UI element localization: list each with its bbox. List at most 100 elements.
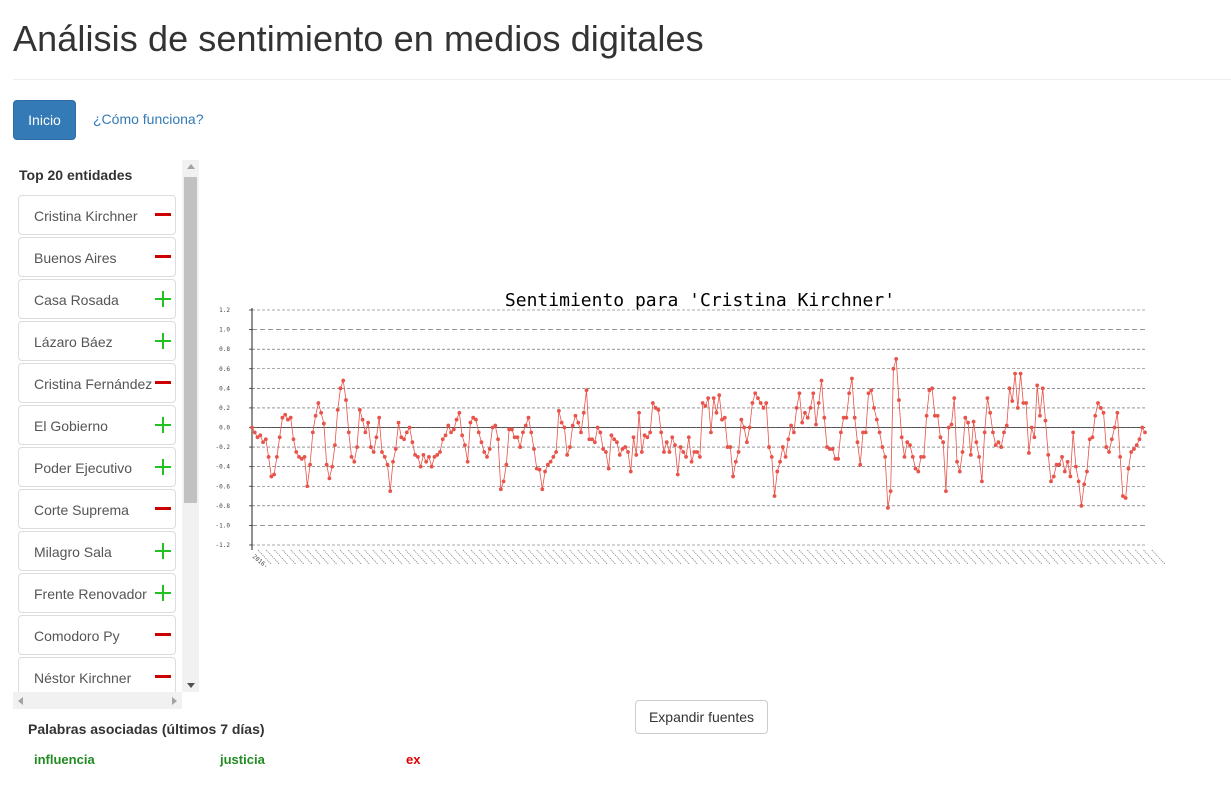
data-point [407,425,412,430]
data-point [438,450,442,454]
data-point [1026,451,1031,455]
scrollbar-thumb[interactable] [184,177,197,503]
entity-item[interactable]: Buenos Aires [18,237,176,277]
data-point [415,454,420,459]
data-point [526,415,531,420]
x-tick-label-mark [413,549,428,565]
data-point [717,393,722,398]
x-tick-label-mark [1012,549,1026,565]
data-point [628,469,633,474]
data-point [783,454,788,459]
x-tick-label-mark [495,549,510,565]
data-point [1123,496,1128,500]
data-point [252,430,257,435]
data-point [1143,430,1147,435]
data-point [579,430,583,435]
data-point [274,454,279,459]
x-tick-label-mark [429,549,444,565]
x-tick-label-mark [323,549,337,565]
entity-item[interactable]: Corte Suprema [18,489,176,529]
entity-item[interactable]: Cristina Fernández [18,363,176,403]
entities-horizontal-scrollbar[interactable] [13,692,182,709]
data-point [803,410,807,415]
entity-item[interactable]: Comodoro Py [18,615,176,655]
data-point [1107,450,1111,454]
x-tick-label-mark [511,549,526,565]
data-point [1032,435,1037,440]
data-point [830,447,835,451]
data-point [706,396,711,401]
entity-item[interactable]: Néstor Kirchner [18,657,176,692]
x-tick-label-mark [880,549,895,565]
data-point [485,454,489,459]
x-tick-label-mark [1044,549,1059,565]
associated-words-title: Palabras asociadas (últimos 7 días) [28,721,265,737]
expand-sources-button[interactable]: Expandir fuentes [635,700,768,734]
x-tick-label-mark [1020,549,1034,565]
x-tick-label-mark [552,549,567,565]
x-tick-label-mark [692,549,706,565]
y-tick-label: -1.2 [216,542,231,549]
data-point [703,404,708,408]
x-tick-label: 2016- [251,553,269,570]
data-point [457,410,462,415]
scroll-down-arrow-icon[interactable] [187,683,195,688]
data-point [899,435,904,440]
data-point [1007,386,1012,391]
data-point [800,420,805,425]
entity-item[interactable]: Casa Rosada [18,279,176,319]
data-point [393,447,398,451]
x-tick-label-mark [782,549,797,565]
data-point [935,413,940,418]
y-tick-label: 0.2 [219,405,230,412]
data-point [949,422,954,427]
y-tick-label: -1.0 [216,522,231,529]
entity-label: Néstor Kirchner [34,670,132,686]
x-tick-label-mark [577,549,592,565]
data-point [822,415,827,420]
data-point [844,415,849,420]
data-point [1035,383,1040,388]
entity-label: Poder Ejecutivo [34,460,133,476]
data-point [991,430,995,435]
sentiment-chart: Sentimiento para 'Cristina Kirchner' -1.2… [216,290,1166,570]
data-point [1126,466,1131,471]
data-point [808,406,813,410]
x-tick-label-mark [856,549,870,565]
x-tick-label-mark [708,549,723,565]
x-tick-label-mark [1102,549,1116,565]
entity-item[interactable]: El Gobierno [18,405,176,445]
entity-item[interactable]: Frente Renovador [18,573,176,613]
entity-item[interactable]: Poder Ejecutivo [18,447,176,487]
x-tick-label-mark [536,549,551,565]
data-point [385,462,390,467]
data-point [697,454,702,459]
data-point [1065,459,1070,464]
data-point [952,396,957,401]
data-point [1101,410,1106,415]
scroll-right-arrow-icon[interactable] [172,697,177,705]
entities-vertical-scrollbar[interactable] [182,160,199,692]
data-point [767,445,771,449]
home-button[interactable]: Inicio [13,100,76,140]
entity-item[interactable]: Lázaro Báez [18,321,176,361]
scroll-up-arrow-icon[interactable] [187,164,195,169]
plus-icon [155,291,171,307]
x-tick-label-mark [397,549,411,565]
data-point [598,430,603,435]
entity-item[interactable]: Milagro Sala [18,531,176,571]
x-tick-label-mark [347,549,362,565]
entity-item[interactable]: Cristina Kirchner [18,195,176,235]
associated-word: justicia [220,752,265,767]
data-point [554,450,559,454]
scroll-left-arrow-icon[interactable] [18,697,23,705]
data-point [590,437,594,442]
data-point [894,357,899,361]
how-it-works-link[interactable]: ¿Cómo funciona? [93,111,204,127]
x-tick-label-mark [446,549,460,565]
x-tick-label-mark [643,549,657,565]
x-tick-label-mark [544,549,559,565]
data-point [778,459,782,464]
data-point [272,472,277,477]
x-tick-label-mark [913,549,928,565]
